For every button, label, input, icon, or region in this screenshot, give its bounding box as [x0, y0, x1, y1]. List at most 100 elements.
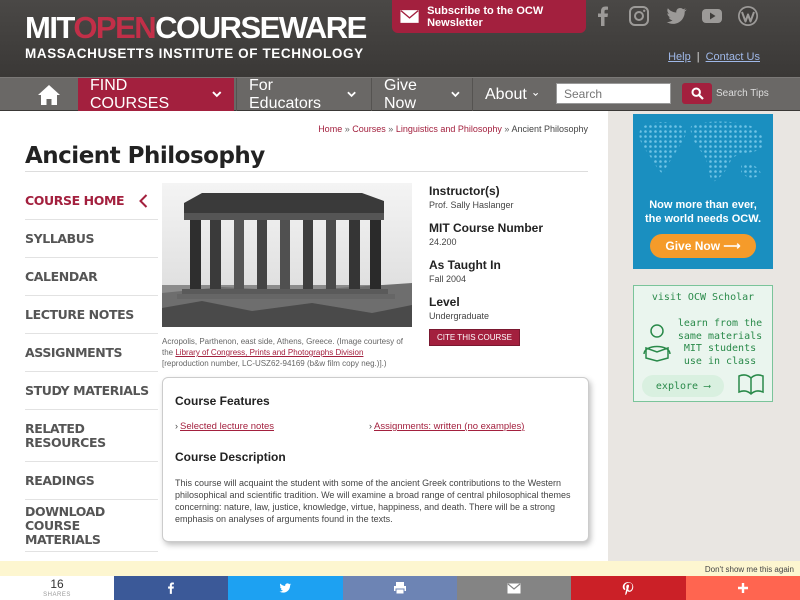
share-print-button[interactable] [342, 576, 457, 600]
nav-syllabus-label: SYLLABUS [25, 230, 95, 246]
share-facebook-button[interactable] [114, 576, 229, 600]
scholar-line-3: MIT students [683, 343, 757, 354]
nav-calendar[interactable]: CALENDAR [25, 258, 158, 296]
give-now-button[interactable]: Give Now ⟶ [650, 234, 756, 258]
youtube-icon[interactable] [700, 4, 724, 28]
nav-related-resources[interactable]: RELATED RESOURCES [25, 410, 158, 462]
nav-download-course-materials[interactable]: DOWNLOAD COURSE MATERIALS [25, 500, 158, 552]
taught-in-label: As Taught In [429, 258, 501, 272]
course-image [162, 183, 412, 327]
share-email-button[interactable] [456, 576, 572, 600]
chevron-down-icon [532, 92, 538, 97]
instructor-value: Prof. Sally Haslanger [429, 200, 514, 210]
nav-study-materials[interactable]: STUDY MATERIALS [25, 372, 158, 410]
share-count-label: SHARES [43, 592, 71, 598]
donate-line-2: the world needs OCW. [644, 213, 762, 225]
share-count-number: 16 [50, 577, 64, 591]
chevron-right-icon: › [175, 421, 178, 431]
instagram-icon[interactable] [627, 4, 651, 28]
breadcrumb-home[interactable]: Home [318, 124, 342, 134]
nav-readings-label: READINGS [25, 472, 95, 488]
course-features-heading: Course Features [175, 394, 270, 408]
share-more-button[interactable] [685, 576, 800, 600]
nav-for-educators[interactable]: For Educators [236, 76, 368, 112]
caption-reproduction: [reproduction number, LC-USZ62-94169 (b&… [162, 359, 387, 368]
logo-courseware: COURSEWARE [155, 10, 367, 45]
nav-related-resources-label: RELATED RESOURCES [25, 420, 106, 450]
image-caption: Acropolis, Parthenon, east side, Athens,… [162, 336, 412, 369]
nav-course-home[interactable]: COURSE HOME [25, 182, 158, 220]
level-label: Level [429, 295, 460, 309]
course-description-heading: Course Description [175, 450, 286, 464]
contact-link[interactable]: Contact Us [706, 51, 760, 63]
email-icon [507, 583, 521, 593]
top-links: Help | Contact Us [668, 51, 760, 63]
home-icon[interactable] [29, 83, 69, 107]
chevron-left-icon [139, 193, 148, 208]
course-features-box: Course Features › Selected lecture notes … [162, 377, 589, 542]
nav-lecture-notes[interactable]: LECTURE NOTES [25, 296, 158, 334]
search-tips-link[interactable]: Search Tips [716, 88, 769, 99]
scholar-line-2: same materials [677, 330, 763, 342]
nav-about-label: About [485, 85, 527, 103]
dont-show-link[interactable]: Don't show me this again [705, 565, 794, 574]
logo-mit: MIT [25, 10, 75, 45]
share-bar: 16 SHARES [0, 576, 800, 600]
page-title: Ancient Philosophy [25, 143, 265, 169]
facebook-icon[interactable] [591, 4, 615, 28]
print-icon [393, 582, 406, 595]
twitter-icon [280, 583, 292, 593]
breadcrumb-separator: » [344, 124, 350, 134]
donate-message: Now more than ever, the world needs OCW. [633, 198, 773, 226]
nav-syllabus[interactable]: SYLLABUS [25, 220, 158, 258]
nav-find-courses[interactable]: FIND COURSES [78, 76, 234, 112]
breadcrumb-courses[interactable]: Courses [352, 124, 386, 134]
search-input[interactable] [556, 83, 671, 104]
nav-course-home-label: COURSE HOME [25, 192, 125, 208]
help-link[interactable]: Help [668, 51, 691, 63]
feature-item: › Selected lecture notes [175, 421, 274, 432]
envelope-icon [400, 10, 419, 23]
ocw-scholar-ad[interactable]: visit OCW Scholar learn from the same ma… [633, 285, 773, 402]
chevron-down-icon [451, 91, 460, 98]
share-pinterest-button[interactable] [571, 576, 686, 600]
wordpress-icon[interactable] [736, 4, 760, 28]
library-of-congress-link[interactable]: Library of Congress, Prints and Photogra… [175, 348, 363, 357]
feature-assignments-link[interactable]: Assignments: written (no examples) [374, 421, 524, 432]
donate-line-1: Now more than ever, [649, 199, 757, 211]
nav-find-courses-label: FIND COURSES [90, 76, 170, 112]
feature-lecture-notes-link[interactable]: Selected lecture notes [180, 421, 274, 432]
ocw-logo[interactable]: MITOPENCOURSEWARE [25, 10, 367, 45]
pinterest-icon [623, 582, 634, 595]
breadcrumb-department[interactable]: Linguistics and Philosophy [396, 124, 502, 134]
breadcrumb: Home » Courses » Linguistics and Philoso… [318, 124, 588, 134]
nav-for-educators-label: For Educators [249, 76, 322, 112]
newsletter-button[interactable]: Subscribe to the OCW Newsletter [392, 0, 586, 33]
nav-assignments[interactable]: ASSIGNMENTS [25, 334, 158, 372]
share-twitter-button[interactable] [228, 576, 343, 600]
scholar-line-4: use in class [683, 355, 757, 367]
search-icon [690, 87, 704, 100]
dont-show-bar: Don't show me this again [0, 561, 800, 576]
share-count: 16 SHARES [0, 576, 114, 600]
nav-lecture-notes-label: LECTURE NOTES [25, 306, 134, 322]
nav-download-label: DOWNLOAD COURSE MATERIALS [25, 503, 105, 547]
title-divider [25, 171, 588, 172]
nav-assignments-label: ASSIGNMENTS [25, 344, 123, 360]
newsletter-label: Subscribe to the OCW Newsletter [427, 4, 544, 29]
explore-button[interactable]: explore ⟶ [642, 375, 724, 397]
world-map-dots [639, 121, 764, 182]
chevron-down-icon [212, 91, 222, 98]
nav-readings[interactable]: READINGS [25, 462, 158, 500]
nav-about[interactable]: About [472, 78, 550, 111]
search-button[interactable] [682, 83, 712, 104]
scholar-message: learn from the same materials MIT studen… [670, 318, 770, 368]
main-nav: FIND COURSES For Educators Give Now Abou… [0, 76, 800, 112]
twitter-icon[interactable] [664, 4, 688, 28]
course-info: Instructor(s) Prof. Sally Haslanger MIT … [429, 184, 599, 346]
nav-give-now-label: Give Now [384, 76, 417, 112]
main-content: Home » Courses » Linguistics and Philoso… [0, 111, 608, 576]
donate-ad[interactable]: Now more than ever, the world needs OCW. … [633, 114, 773, 269]
nav-give-now[interactable]: Give Now [371, 76, 472, 112]
cite-course-button[interactable]: CITE THIS COURSE [429, 329, 520, 346]
